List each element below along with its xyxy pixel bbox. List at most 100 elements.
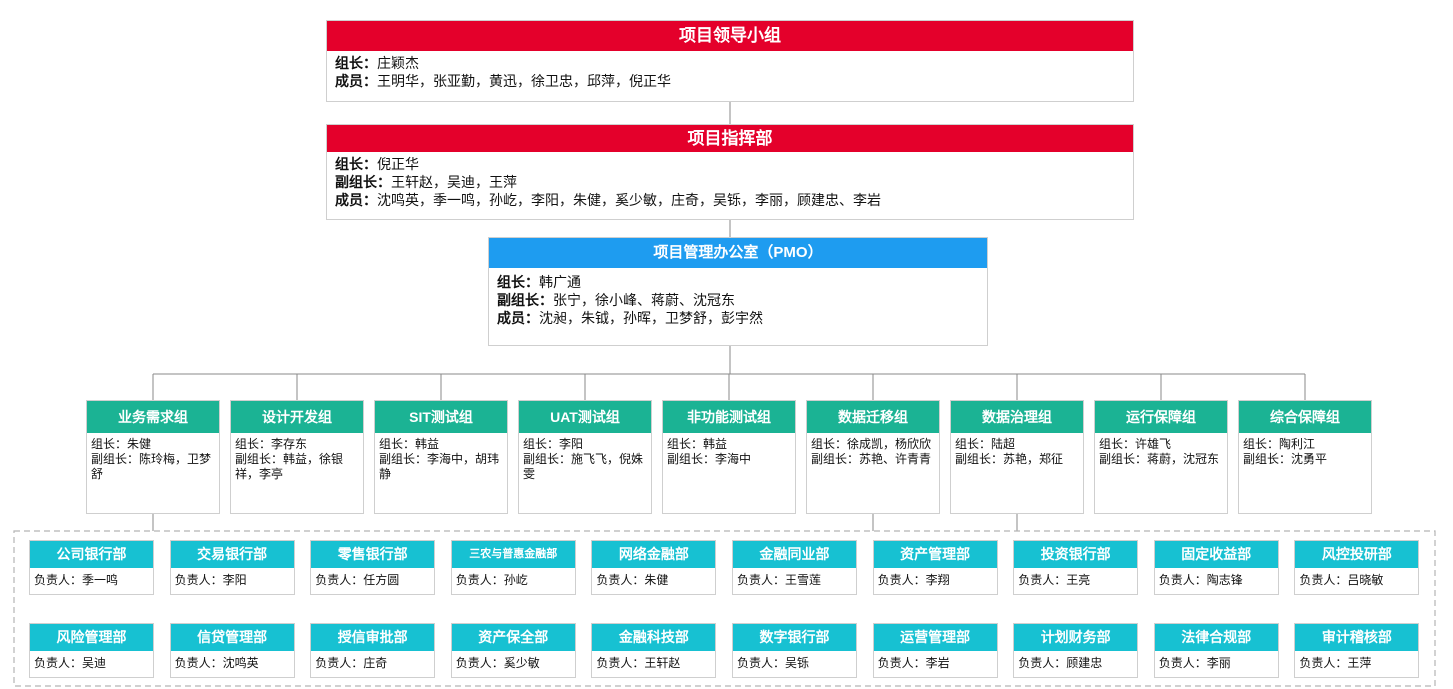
department-title: 风控投研部 bbox=[1295, 541, 1419, 568]
working-group-line: 组长：许雄飞 bbox=[1099, 437, 1172, 451]
command-title: 项目指挥部 bbox=[327, 125, 1133, 152]
department-title: 投资银行部 bbox=[1014, 541, 1138, 568]
working-group-line: 副组长：韩益，徐银祥，李亭 bbox=[235, 452, 344, 481]
department-title: 资产管理部 bbox=[873, 541, 997, 568]
working-group-title: 运行保障组 bbox=[1095, 401, 1227, 433]
working-group-box: 数据迁移组组长：徐成凯，杨欣欣 副组长：苏艳、许青青 bbox=[806, 400, 940, 514]
department-owner: 负责人：季一鸣 bbox=[34, 573, 119, 587]
command-box: 项目指挥部 组长：倪正华 副组长：王轩赵，吴迪，王萍 成员：沈鸣英，季一鸣，孙屹… bbox=[326, 124, 1134, 220]
working-group-line: 组长：李阳 bbox=[523, 437, 584, 451]
working-group-box: SIT测试组 组长：韩益 副组长：李海中，胡玮静 bbox=[374, 400, 508, 514]
department-box: 三农与普惠金融部负责人：孙屹 bbox=[450, 540, 576, 595]
department-box: 金融科技部负责人：王轩赵 bbox=[591, 623, 717, 678]
working-group-line: 组长：李存东 bbox=[235, 437, 308, 451]
working-group-line: 副组长：苏艳、许青青 bbox=[811, 452, 932, 466]
department-box: 风控投研部负责人：吕晓敏 bbox=[1294, 540, 1420, 595]
department-box: 审计稽核部负责人：王萍 bbox=[1294, 623, 1420, 678]
working-group-title: 数据迁移组 bbox=[807, 401, 939, 433]
working-group-line: 副组长：施飞飞，倪姝雯 bbox=[523, 452, 644, 481]
working-group-line: 副组长：蒋蔚，沈冠东 bbox=[1099, 452, 1220, 466]
working-group-box: 运行保障组组长：许雄飞 副组长：蒋蔚，沈冠东 bbox=[1094, 400, 1228, 514]
leadership-line: 成员：王明华，张亚勤，黄迅，徐卫忠，邱萍，倪正华 bbox=[335, 73, 671, 89]
department-title: 授信审批部 bbox=[311, 624, 435, 651]
command-line: 组长：倪正华 bbox=[335, 156, 419, 172]
leadership-group-box: 项目领导小组 组长：庄颖杰 成员：王明华，张亚勤，黄迅，徐卫忠，邱萍，倪正华 bbox=[326, 20, 1134, 102]
department-title: 审计稽核部 bbox=[1295, 624, 1419, 651]
department-owner: 负责人：吕晓敏 bbox=[1299, 573, 1384, 587]
department-owner: 负责人：王雪莲 bbox=[737, 573, 822, 587]
department-box: 运营管理部负责人：李岩 bbox=[872, 623, 998, 678]
department-owner: 负责人：王轩赵 bbox=[596, 656, 681, 670]
working-group-line: 组长：陆超 bbox=[955, 437, 1016, 451]
department-box: 金融同业部负责人：王雪莲 bbox=[732, 540, 857, 595]
department-owner: 负责人：沈鸣英 bbox=[174, 656, 259, 670]
department-owner: 负责人：王萍 bbox=[1299, 656, 1372, 670]
pmo-line: 副组长：张宁，徐小峰、蒋蔚、沈冠东 bbox=[497, 292, 735, 308]
department-owner: 负责人：顾建忠 bbox=[1018, 656, 1103, 670]
department-title: 计划财务部 bbox=[1014, 624, 1138, 651]
working-group-title: UAT测试组 bbox=[519, 401, 651, 433]
working-group-title: 综合保障组 bbox=[1239, 401, 1371, 433]
working-group-line: 组长：韩益 bbox=[667, 437, 728, 451]
department-title: 金融同业部 bbox=[733, 541, 856, 568]
department-title: 固定收益部 bbox=[1154, 541, 1278, 568]
department-title: 运营管理部 bbox=[873, 624, 997, 651]
working-group-title: SIT测试组 bbox=[375, 401, 507, 433]
department-owner: 负责人：李丽 bbox=[1158, 656, 1231, 670]
department-box: 投资银行部负责人：王亮 bbox=[1013, 540, 1139, 595]
department-owner: 负责人：庄奇 bbox=[315, 656, 388, 670]
working-group-box: UAT测试组组长：李阳 副组长：施飞飞，倪姝雯 bbox=[518, 400, 652, 514]
working-group-box: 业务需求组组长：朱健 副组长：陈玲梅，卫梦舒 bbox=[86, 400, 220, 514]
working-group-title: 设计开发组 bbox=[231, 401, 363, 433]
department-owner: 负责人：孙屹 bbox=[455, 573, 528, 587]
department-title: 网络金融部 bbox=[592, 541, 716, 568]
working-group-line: 组长：陶利江 bbox=[1243, 437, 1316, 451]
pmo-box: 项目管理办公室（PMO） 组长：韩广通 副组长：张宁，徐小峰、蒋蔚、沈冠东 成员… bbox=[488, 237, 988, 346]
working-group-line: 组长：朱健 bbox=[91, 437, 152, 451]
department-box: 固定收益部负责人：陶志锋 bbox=[1153, 540, 1279, 595]
working-group-box: 非功能测试组 组长：韩益 副组长：李海中 bbox=[662, 400, 796, 514]
department-box: 交易银行部 负责人：李阳 bbox=[169, 540, 295, 595]
department-title: 公司银行部 bbox=[30, 541, 153, 568]
department-box: 资产管理部负责人：李翔 bbox=[872, 540, 998, 595]
department-owner: 负责人：奚少敏 bbox=[455, 656, 540, 670]
working-group-title: 数据治理组 bbox=[951, 401, 1083, 433]
department-box: 计划财务部负责人：顾建忠 bbox=[1013, 623, 1139, 678]
department-owner: 负责人：吴铄 bbox=[737, 656, 810, 670]
department-box: 法律合规部负责人：李丽 bbox=[1153, 623, 1279, 678]
department-title: 三农与普惠金融部 bbox=[451, 541, 575, 568]
working-group-line: 副组长：沈勇平 bbox=[1243, 452, 1328, 466]
department-owner: 负责人：朱健 bbox=[596, 573, 669, 587]
department-box: 公司银行部负责人：季一鸣 bbox=[29, 540, 154, 595]
pmo-line: 组长：韩广通 bbox=[497, 274, 581, 290]
working-group-box: 设计开发组组长：李存东 副组长：韩益，徐银祥，李亭 bbox=[230, 400, 364, 514]
department-owner: 负责人：李翔 bbox=[877, 573, 950, 587]
department-title: 零售银行部 bbox=[311, 541, 435, 568]
department-box: 零售银行部负责人：任方圆 bbox=[310, 540, 436, 595]
leadership-line: 组长：庄颖杰 bbox=[335, 55, 419, 71]
department-owner: 负责人：王亮 bbox=[1018, 573, 1091, 587]
department-box: 资产保全部负责人：奚少敏 bbox=[450, 623, 576, 678]
command-line: 副组长：王轩赵，吴迪，王萍 bbox=[335, 174, 517, 190]
department-title: 金融科技部 bbox=[592, 624, 716, 651]
department-title: 数字银行部 bbox=[733, 624, 856, 651]
department-box: 授信审批部负责人：庄奇 bbox=[310, 623, 436, 678]
department-title: 交易银行部 bbox=[170, 541, 294, 568]
working-group-line: 副组长：李海中，胡玮静 bbox=[379, 452, 500, 481]
department-box: 风险管理部 负责人：吴迪 bbox=[29, 623, 154, 678]
department-owner: 负责人：吴迪 bbox=[34, 656, 107, 670]
department-owner: 负责人：李岩 bbox=[877, 656, 950, 670]
department-owner: 负责人：陶志锋 bbox=[1158, 573, 1243, 587]
command-line: 成员：沈鸣英，季一鸣，孙屹，李阳，朱健，奚少敏，庄奇，吴铄，李丽，顾建忠、李岩 bbox=[335, 192, 881, 208]
department-box: 数字银行部负责人：吴铄 bbox=[732, 623, 857, 678]
department-title: 信贷管理部 bbox=[170, 624, 294, 651]
working-group-line: 副组长：陈玲梅，卫梦舒 bbox=[91, 452, 212, 481]
department-title: 法律合规部 bbox=[1154, 624, 1278, 651]
working-group-title: 业务需求组 bbox=[87, 401, 219, 433]
working-group-box: 综合保障组组长：陶利江 副组长：沈勇平 bbox=[1238, 400, 1372, 514]
department-title: 资产保全部 bbox=[451, 624, 575, 651]
working-group-line: 组长：徐成凯，杨欣欣 bbox=[811, 437, 932, 451]
leadership-group-title: 项目领导小组 bbox=[327, 21, 1133, 51]
department-owner: 负责人：任方圆 bbox=[315, 573, 400, 587]
pmo-line: 成员：沈昶，朱钺，孙晖，卫梦舒，彭宇然 bbox=[497, 310, 763, 326]
